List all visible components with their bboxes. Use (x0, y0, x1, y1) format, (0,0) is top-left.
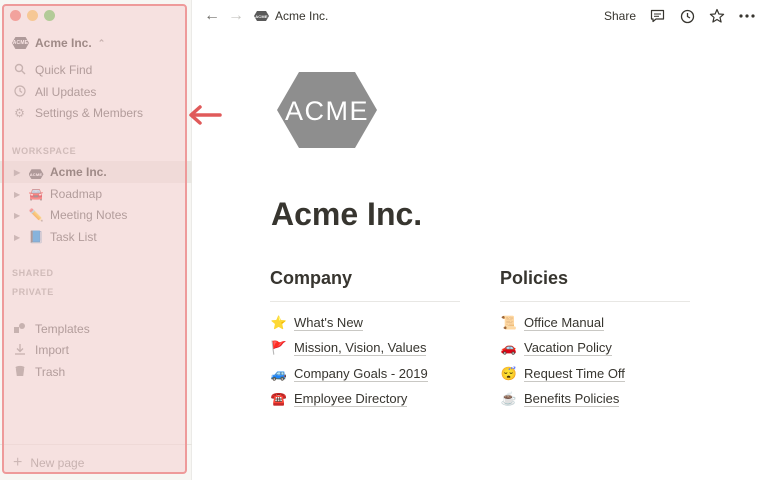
close-window-button[interactable] (10, 10, 21, 21)
download-icon (12, 343, 27, 358)
sidebar-page-label: Meeting Notes (50, 208, 128, 222)
expand-triangle-icon[interactable]: ▶ (14, 168, 22, 177)
share-button[interactable]: Share (604, 9, 636, 23)
sidebar-page-roadmap[interactable]: ▶ 🚘 Roadmap (0, 183, 192, 205)
import-label: Import (35, 343, 70, 357)
shared-section-label[interactable]: SHARED (12, 268, 54, 278)
link-label: Request Time Off (524, 365, 625, 382)
workspace-name: Acme Inc. (35, 36, 92, 50)
flag-emoji-icon: 🚩 (270, 340, 288, 356)
star-emoji-icon: ⭐ (270, 314, 288, 330)
link-label: Office Manual (524, 314, 604, 331)
breadcrumb-label: Acme Inc. (275, 9, 329, 23)
company-heading[interactable]: Company (270, 268, 460, 302)
link-company-goals[interactable]: 🚙 Company Goals - 2019 (270, 361, 460, 387)
expand-triangle-icon[interactable]: ▶ (14, 211, 22, 220)
page-icon-acme-logo[interactable]: ACME (277, 72, 377, 148)
templates-label: Templates (35, 322, 90, 336)
car-icon: 🚘 (28, 187, 44, 201)
policies-heading[interactable]: Policies (500, 268, 690, 302)
sidebar-page-label: Acme Inc. (50, 165, 107, 179)
sidebar-page-task-list[interactable]: ▶ 📘 Task List (0, 226, 192, 248)
company-links: ⭐ What's New 🚩 Mission, Vision, Values 🚙… (270, 310, 460, 412)
expand-triangle-icon[interactable]: ▶ (14, 190, 22, 199)
sidebar-page-label: Task List (50, 230, 97, 244)
policies-column: Policies 📜 Office Manual 🚗 Vacation Poli… (500, 268, 690, 412)
star-icon[interactable] (708, 7, 726, 25)
link-request-time-off[interactable]: 😴 Request Time Off (500, 361, 690, 387)
car-emoji-icon: 🚗 (500, 340, 518, 356)
link-label: Employee Directory (294, 391, 408, 408)
new-page-button[interactable]: + New page (0, 444, 192, 480)
templates-icon (12, 322, 27, 337)
quick-find-label: Quick Find (35, 63, 93, 77)
window-controls (10, 10, 55, 21)
trash-label: Trash (35, 365, 66, 379)
zoom-window-button[interactable] (44, 10, 55, 21)
company-column: Company ⭐ What's New 🚩 Mission, Vision, … (270, 268, 460, 412)
all-updates-label: All Updates (35, 85, 97, 99)
page-title[interactable]: Acme Inc. (271, 196, 422, 233)
chevron-updown-icon: ⌃ (97, 37, 106, 48)
sidebar: ACME Acme Inc. ⌃ Quick Find All Updates … (0, 0, 192, 480)
settings-members-label: Settings & Members (35, 106, 144, 120)
clock-icon (12, 84, 27, 100)
import-link[interactable]: Import (12, 341, 69, 359)
all-updates-link[interactable]: All Updates (12, 83, 96, 101)
link-office-manual[interactable]: 📜 Office Manual (500, 310, 690, 336)
sidebar-page-acme[interactable]: ▶ ACME Acme Inc. (0, 161, 192, 183)
coffee-emoji-icon: ☕ (500, 391, 518, 407)
link-label: What's New (294, 314, 363, 331)
new-page-label: New page (30, 455, 85, 470)
workspace-logo-icon: ACME (12, 37, 29, 49)
link-label: Benefits Policies (524, 391, 620, 408)
acme-logo-icon: ACME (254, 11, 269, 21)
scroll-emoji-icon: 📜 (500, 314, 518, 330)
gear-icon: ⚙ (14, 106, 25, 120)
sidebar-page-meeting-notes[interactable]: ▶ ✏️ Meeting Notes (0, 204, 192, 226)
link-label: Vacation Policy (524, 340, 612, 357)
top-actions: Share (604, 7, 756, 25)
acme-logo-icon: ACME (28, 165, 44, 180)
link-mission-vision-values[interactable]: 🚩 Mission, Vision, Values (270, 336, 460, 362)
link-employee-directory[interactable]: ☎️ Employee Directory (270, 387, 460, 413)
back-arrow-icon[interactable]: ← (204, 7, 220, 25)
expand-triangle-icon[interactable]: ▶ (14, 233, 22, 242)
settings-members-link[interactable]: ⚙ Settings & Members (12, 104, 143, 122)
link-benefits-policies[interactable]: ☕ Benefits Policies (500, 387, 690, 413)
link-label: Company Goals - 2019 (294, 365, 428, 382)
link-vacation-policy[interactable]: 🚗 Vacation Policy (500, 336, 690, 362)
comment-icon[interactable] (648, 7, 666, 25)
quick-find-link[interactable]: Quick Find (12, 61, 92, 79)
navigation-arrows: ← → (204, 7, 244, 25)
trash-icon (12, 365, 27, 380)
policies-links: 📜 Office Manual 🚗 Vacation Policy 😴 Requ… (500, 310, 690, 412)
arrow-left-annotation-icon (189, 105, 222, 125)
pencil-icon: ✏️ (28, 208, 44, 222)
plus-icon: + (13, 453, 23, 471)
templates-link[interactable]: Templates (12, 320, 90, 338)
logo-text: ACME (285, 96, 369, 126)
sleeping-face-emoji-icon: 😴 (500, 365, 518, 381)
trash-link[interactable]: Trash (12, 363, 65, 381)
private-section-label[interactable]: PRIVATE (12, 287, 54, 297)
minimize-window-button[interactable] (27, 10, 38, 21)
top-bar: ← → ACME Acme Inc. Share (192, 0, 768, 32)
sidebar-page-label: Roadmap (50, 187, 103, 201)
forward-arrow-icon[interactable]: → (228, 7, 244, 25)
workspace-section-label: WORKSPACE (12, 146, 77, 156)
history-clock-icon[interactable] (678, 7, 696, 25)
link-label: Mission, Vision, Values (294, 340, 427, 357)
search-icon (12, 63, 27, 78)
link-whats-new[interactable]: ⭐ What's New (270, 310, 460, 336)
blue-book-icon: 📘 (28, 230, 44, 244)
car-emoji-icon: 🚙 (270, 365, 288, 381)
workspace-switcher[interactable]: ACME Acme Inc. ⌃ (12, 36, 105, 50)
telephone-emoji-icon: ☎️ (270, 391, 288, 407)
breadcrumb[interactable]: ACME Acme Inc. (254, 9, 328, 23)
more-options-icon[interactable] (738, 7, 756, 25)
